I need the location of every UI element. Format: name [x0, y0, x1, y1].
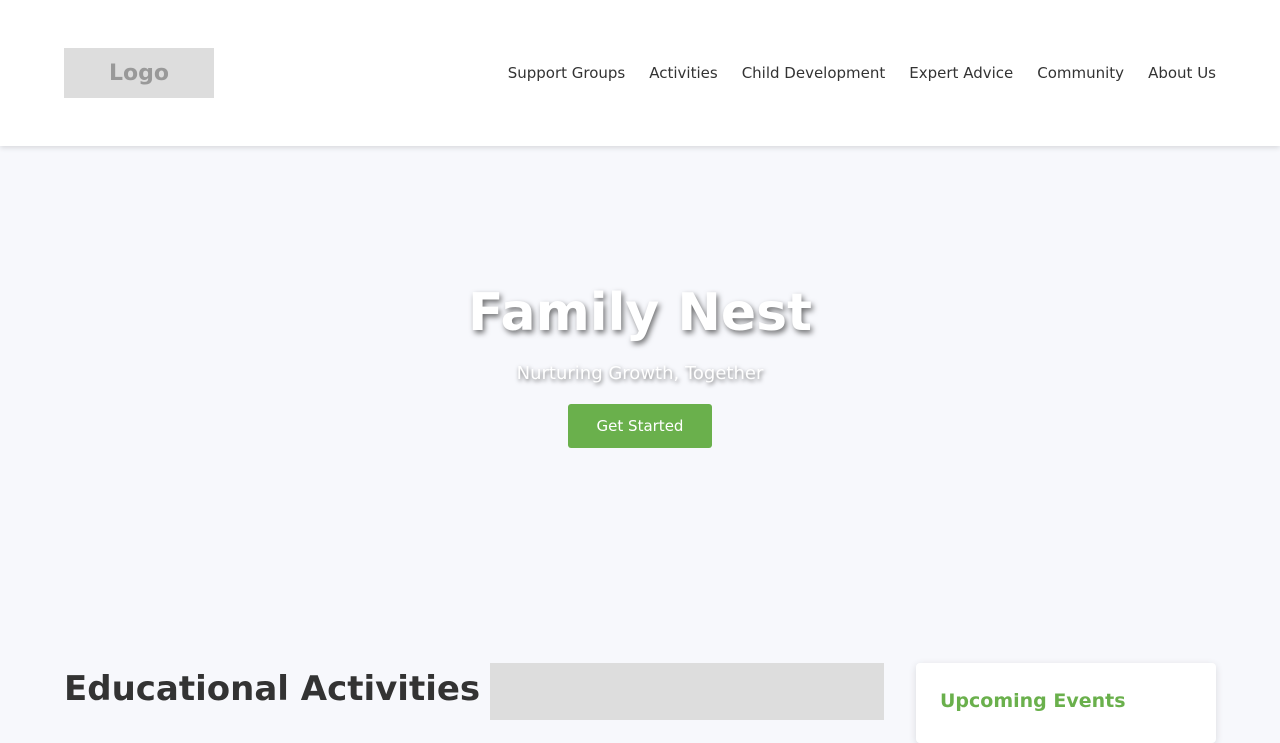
events-title: Upcoming Events	[940, 690, 1126, 712]
get-started-button[interactable]: Get Started	[568, 404, 712, 448]
hero-section: Family Nest Nurturing Growth, Together G…	[0, 146, 1280, 646]
nav-link-expert-advice[interactable]: Expert Advice	[909, 62, 1013, 84]
nav-link-community[interactable]: Community	[1037, 62, 1124, 84]
nav-link-support-groups[interactable]: Support Groups	[508, 62, 626, 84]
nav-link-activities[interactable]: Activities	[649, 62, 717, 84]
events-card: Upcoming Events	[916, 663, 1216, 743]
image-placeholder	[490, 663, 884, 720]
logo-text: Logo	[109, 60, 169, 86]
hero-subtitle: Nurturing Growth, Together	[516, 363, 764, 384]
section-title: Educational Activities	[64, 669, 481, 709]
nav-link-about-us[interactable]: About Us	[1148, 62, 1216, 84]
nav-link-child-development[interactable]: Child Development	[742, 62, 886, 84]
hero-title: Family Nest	[468, 283, 812, 343]
logo[interactable]: Logo	[64, 48, 214, 98]
main-nav: Support Groups Activities Child Developm…	[508, 62, 1216, 84]
site-header: Logo Support Groups Activities Child Dev…	[0, 0, 1280, 146]
